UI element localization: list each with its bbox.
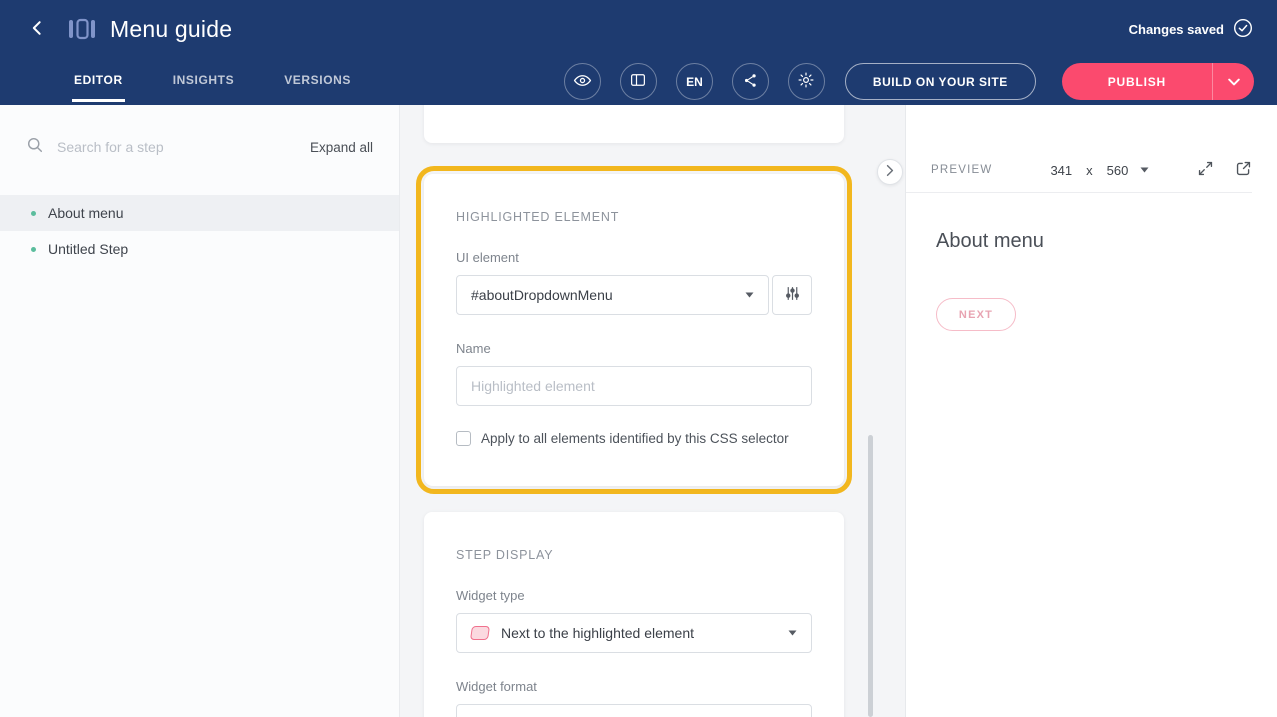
widget-type-label: Widget type (456, 588, 812, 604)
settings-button[interactable] (788, 63, 825, 100)
highlighted-element-card-ring: HIGHLIGHTED ELEMENT UI element #aboutDro… (416, 166, 852, 494)
guide-logo-icon (68, 17, 96, 41)
publish-split-button: PUBLISH (1062, 63, 1254, 100)
widget-type-select[interactable]: Next to the highlighted element (456, 613, 812, 653)
page-title: Menu guide (110, 16, 232, 43)
layout-toggle-button[interactable] (620, 63, 657, 100)
back-button[interactable] (22, 13, 54, 45)
sliders-icon (784, 285, 801, 305)
share-icon (742, 72, 759, 92)
widget-type-select-value: Next to the highlighted element (501, 625, 694, 641)
preview-panel: PREVIEW 341 x 560 About menu NEXT (905, 105, 1277, 717)
step-display-card: STEP DISPLAY Widget type Next to the hig… (424, 512, 844, 717)
widget-format-select[interactable] (456, 704, 812, 717)
chevron-down-icon (1140, 167, 1149, 173)
publish-button[interactable]: PUBLISH (1062, 63, 1212, 100)
preview-title: PREVIEW (931, 164, 992, 176)
external-link-icon (1235, 160, 1252, 180)
expand-all-link[interactable]: Expand all (310, 140, 373, 155)
language-button[interactable]: EN (676, 63, 713, 100)
changes-saved-label: Changes saved (1129, 22, 1224, 37)
widget-format-label: Widget format (456, 679, 812, 695)
share-button[interactable] (732, 63, 769, 100)
preview-height-value: 560 (1107, 163, 1129, 178)
preview-header: PREVIEW 341 x 560 (906, 148, 1252, 193)
step-bullet (31, 247, 36, 252)
chevron-down-icon (788, 630, 797, 636)
element-name-input[interactable] (456, 366, 812, 406)
highlighted-element-card: HIGHLIGHTED ELEMENT UI element #aboutDro… (424, 174, 844, 486)
step-list: About menu Untitled Step (0, 195, 399, 267)
step-item-untitled-step[interactable]: Untitled Step (0, 231, 399, 267)
tab-insights[interactable]: INSIGHTS (171, 58, 236, 102)
ui-element-select[interactable]: #aboutDropdownMenu (456, 275, 769, 315)
tab-editor[interactable]: EDITOR (72, 58, 125, 102)
search-icon (26, 136, 44, 159)
chevron-down-icon (1228, 74, 1240, 89)
editor-tabs: EDITOR INSIGHTS VERSIONS (72, 58, 353, 105)
navbar-actions: EN BUILD ON YOUR SITE PUBLISH (564, 58, 1254, 105)
preview-size-separator: x (1086, 163, 1093, 178)
element-picker-button[interactable] (772, 275, 812, 315)
expand-icon (1197, 160, 1214, 180)
chevron-left-icon (28, 18, 48, 41)
chevron-down-icon (745, 292, 754, 298)
editor-scrollbar[interactable] (868, 435, 873, 717)
step-bullet (31, 211, 36, 216)
check-circle-icon (1233, 18, 1253, 41)
chevron-right-icon (886, 164, 894, 180)
open-in-new-tab-button[interactable] (1235, 160, 1252, 180)
apply-all-checkbox[interactable] (456, 431, 471, 446)
name-label: Name (456, 341, 812, 357)
step-label: About menu (48, 205, 124, 221)
layout-icon (629, 71, 647, 92)
widget-type-icon (470, 626, 490, 640)
step-item-about-menu[interactable]: About menu (0, 195, 399, 231)
top-navbar: Menu guide Changes saved EDITOR INSIGHTS… (0, 0, 1277, 105)
ui-element-label: UI element (456, 250, 812, 266)
preview-step-heading: About menu (936, 230, 1044, 253)
section-title: STEP DISPLAY (456, 548, 812, 562)
publish-dropdown-button[interactable] (1212, 63, 1254, 100)
preview-eye-button[interactable] (564, 63, 601, 100)
eye-icon (573, 71, 592, 93)
changes-saved-status: Changes saved (1129, 18, 1253, 41)
card-partial-top (424, 105, 844, 143)
editor-panel: HIGHLIGHTED ELEMENT UI element #aboutDro… (400, 105, 905, 717)
fullscreen-button[interactable] (1197, 160, 1214, 180)
section-title: HIGHLIGHTED ELEMENT (456, 210, 812, 224)
collapse-preview-button[interactable] (877, 159, 903, 185)
build-on-your-site-button[interactable]: BUILD ON YOUR SITE (845, 63, 1036, 100)
preview-size-selector[interactable]: 341 x 560 (1050, 163, 1149, 178)
gear-icon (797, 71, 815, 92)
ui-element-select-value: #aboutDropdownMenu (471, 287, 613, 303)
preview-next-button[interactable]: NEXT (936, 298, 1016, 331)
preview-width-value: 341 (1050, 163, 1072, 178)
steps-sidebar: Expand all About menu Untitled Step (0, 105, 400, 717)
tab-versions[interactable]: VERSIONS (282, 58, 353, 102)
search-input[interactable] (57, 139, 217, 155)
apply-all-checkbox-label: Apply to all elements identified by this… (481, 431, 789, 446)
step-label: Untitled Step (48, 241, 128, 257)
